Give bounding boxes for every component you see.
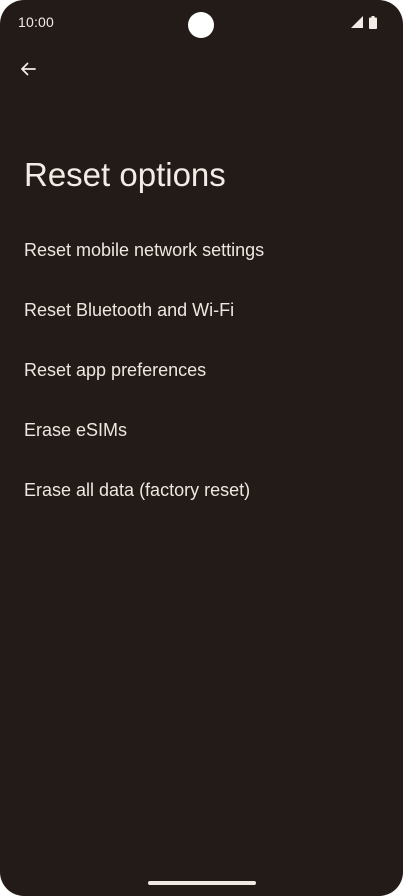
option-reset-mobile-network[interactable]: Reset mobile network settings <box>0 220 403 280</box>
status-icons <box>351 15 377 29</box>
arrow-back-icon <box>19 60 37 83</box>
option-erase-esims[interactable]: Erase eSIMs <box>0 400 403 460</box>
back-button[interactable] <box>12 55 44 87</box>
battery-icon <box>369 15 377 29</box>
page-title: Reset options <box>24 156 226 193</box>
status-bar: 10:00 <box>0 0 403 44</box>
option-factory-reset[interactable]: Erase all data (factory reset) <box>0 460 403 520</box>
option-reset-app-preferences[interactable]: Reset app preferences <box>0 340 403 400</box>
status-time: 10:00 <box>18 14 55 30</box>
reset-options-list: Reset mobile network settings Reset Blue… <box>0 220 403 520</box>
option-reset-bluetooth-wifi[interactable]: Reset Bluetooth and Wi-Fi <box>0 280 403 340</box>
settings-screen: 10:00 Reset options Reset mobile network… <box>0 0 403 896</box>
signal-icon <box>351 16 363 28</box>
home-indicator[interactable] <box>148 881 256 885</box>
camera-cutout <box>188 12 214 38</box>
